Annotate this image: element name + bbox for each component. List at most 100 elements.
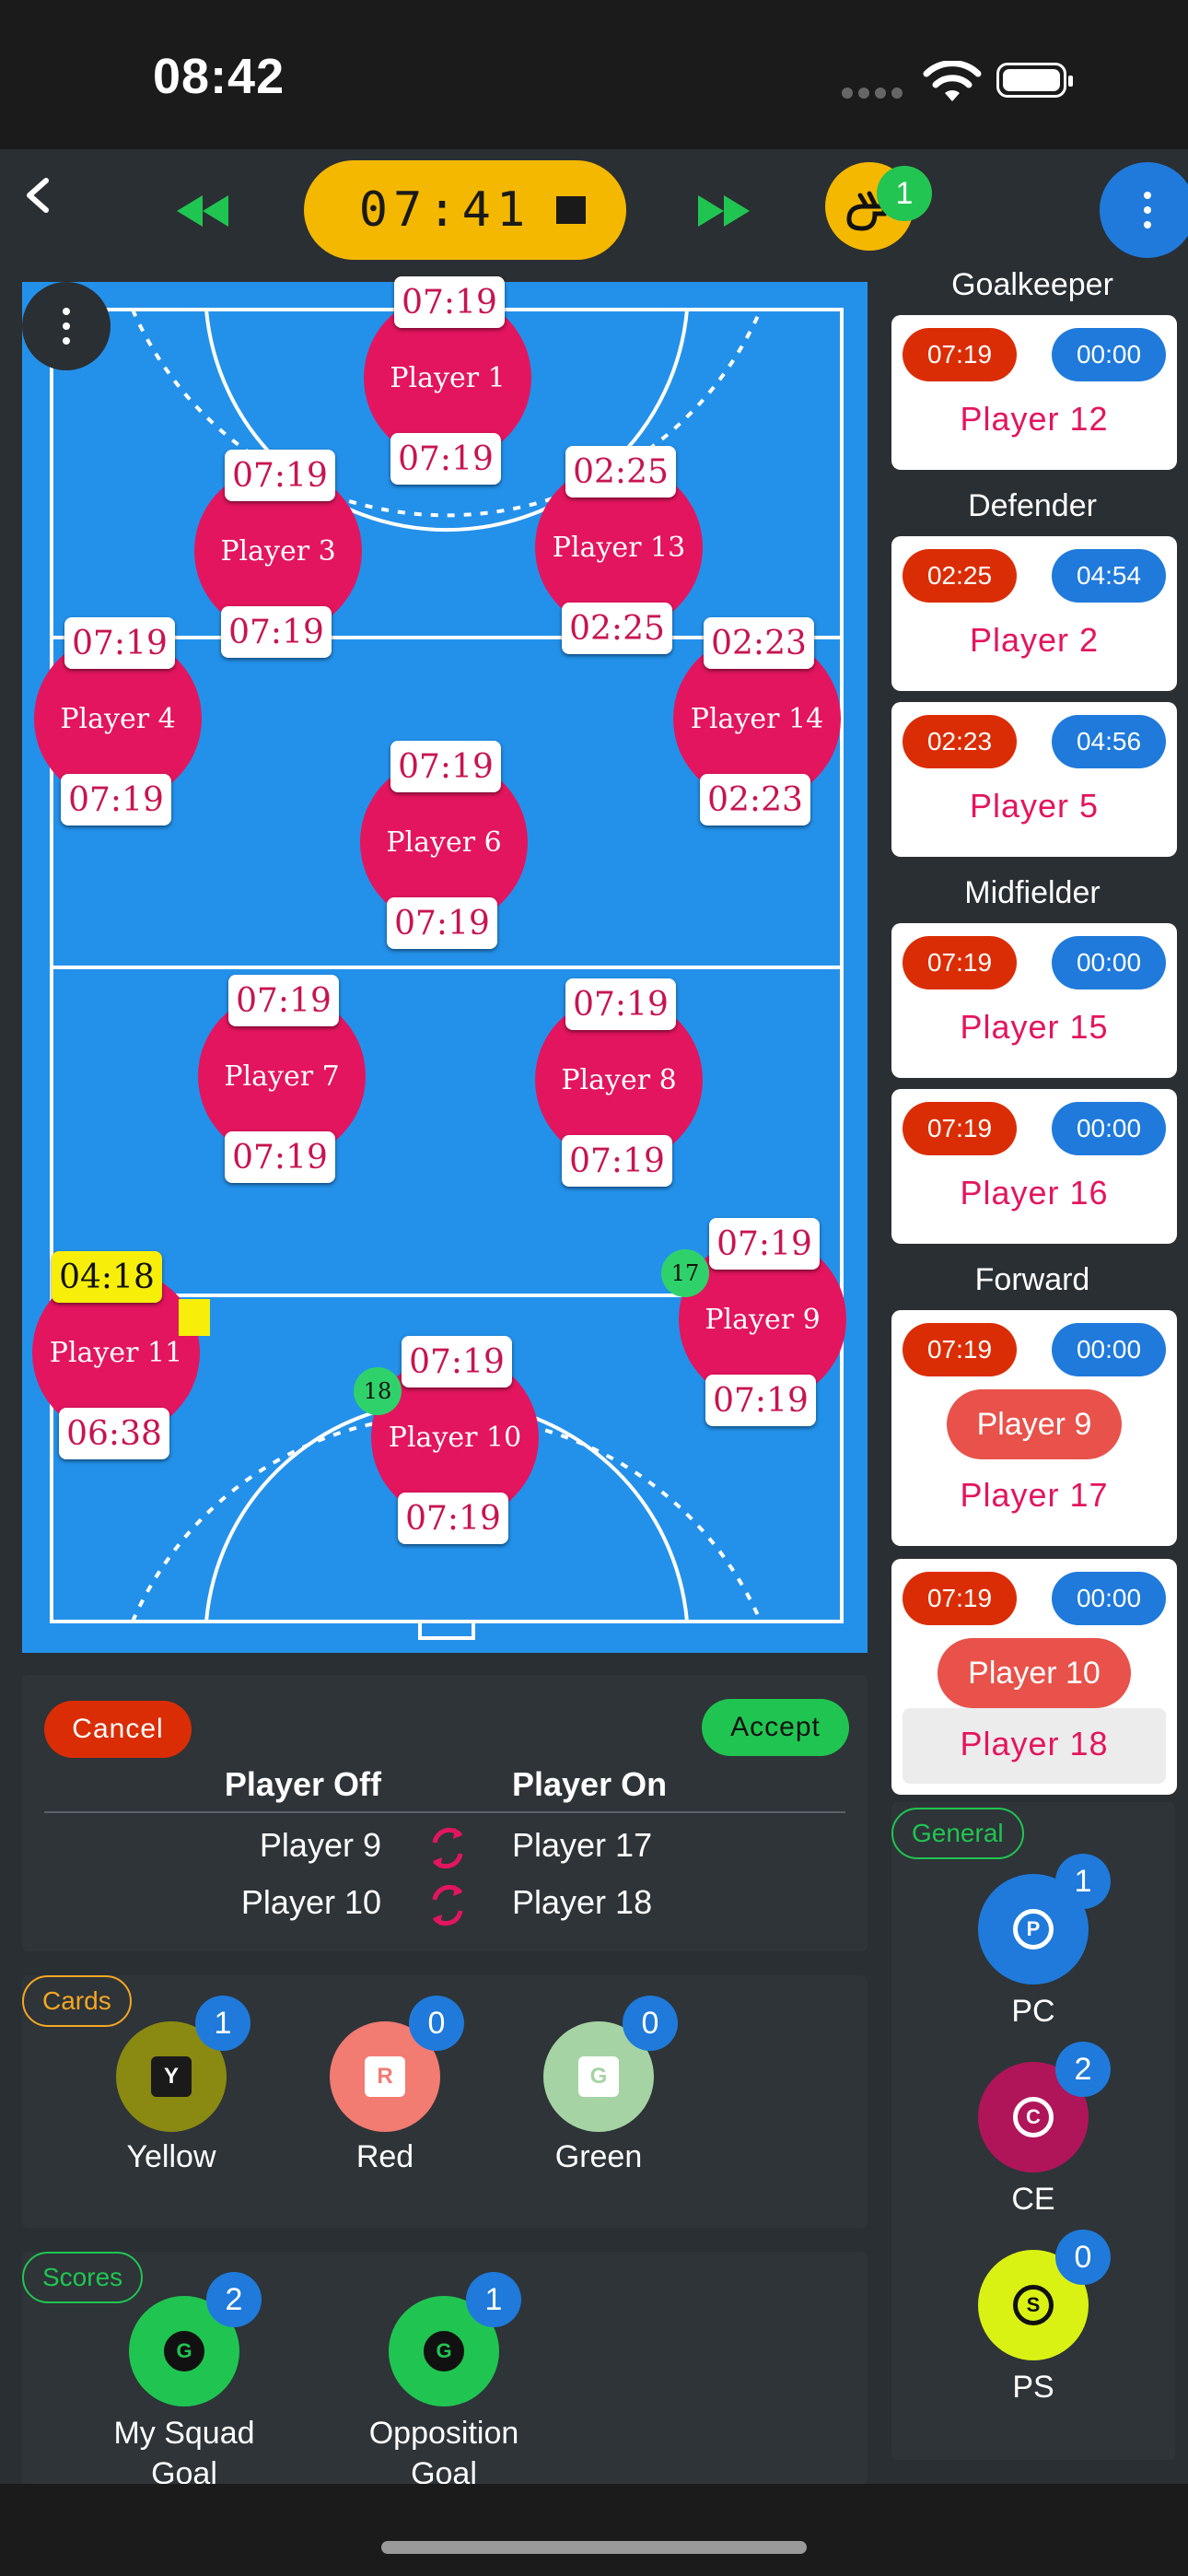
player-bottom-time: 02:25 xyxy=(562,603,672,654)
card-icon: R xyxy=(365,2056,405,2097)
ce-icon: C xyxy=(1013,2097,1054,2137)
card-count-badge: 1 xyxy=(195,1996,250,2051)
pause-icon[interactable] xyxy=(556,196,572,224)
goal-label-line2: Goal xyxy=(151,2456,217,2484)
player-bottom-time: 07:19 xyxy=(225,1131,335,1183)
goal-label: My Squad xyxy=(113,2416,255,2451)
time-on-badge: 07:19 xyxy=(903,1323,1017,1376)
time-on-badge: 07:19 xyxy=(903,328,1017,381)
wifi-icon xyxy=(923,61,982,101)
position-player-card[interactable]: 07:19 00:00 Player 15 xyxy=(891,923,1177,1078)
player-bottom-time: 07:19 xyxy=(562,1135,672,1187)
whistle-count-badge: 1 xyxy=(877,166,932,221)
time-off-badge: 04:54 xyxy=(1052,549,1166,603)
card-icon: G xyxy=(578,2056,619,2097)
player-name: Player 15 xyxy=(960,1008,1109,1046)
timer-value: 07:41 xyxy=(358,182,531,238)
goal-count-badge: 2 xyxy=(206,2272,262,2327)
goal-label: Opposition xyxy=(368,2416,519,2451)
time-on-badge: 02:25 xyxy=(903,549,1017,603)
time-on-badge: 07:19 xyxy=(903,1572,1017,1625)
player-name: Player 16 xyxy=(960,1174,1109,1212)
sub-off-1: Player 9 xyxy=(259,1826,381,1864)
midfielder-title: Midfielder xyxy=(964,875,1101,910)
player-bottom-time: 02:23 xyxy=(700,774,810,825)
fast-forward-icon[interactable] xyxy=(698,195,750,227)
player-on-header: Player On xyxy=(512,1765,668,1803)
divider xyxy=(44,1811,845,1813)
substitute-number-badge: 17 xyxy=(661,1249,709,1297)
player-name: Player 5 xyxy=(969,787,1100,825)
cancel-button[interactable]: Cancel xyxy=(44,1701,192,1758)
card-label: Green xyxy=(554,2139,643,2174)
card-count-badge: 0 xyxy=(623,1996,678,2051)
player-top-time: 02:25 xyxy=(565,446,676,498)
player-top-time: 02:23 xyxy=(704,617,814,669)
substitution-panel: Cancel Accept Player Off Player On Playe… xyxy=(22,1675,868,1951)
goal-count-badge: 1 xyxy=(466,2272,521,2327)
home-indicator[interactable] xyxy=(381,2541,807,2554)
player-top-time: 07:19 xyxy=(565,978,676,1030)
cards-tag: Cards xyxy=(22,1975,132,2027)
time-off-badge: 00:00 xyxy=(1052,936,1166,989)
player-top-time: 07:19 xyxy=(390,741,501,792)
time-on-badge: 07:19 xyxy=(903,1102,1017,1155)
general-count-badge: 0 xyxy=(1055,2230,1111,2285)
yellow-card-marker xyxy=(179,1299,210,1336)
player-bottom-time: 07:19 xyxy=(398,1493,508,1544)
card-label: Yellow xyxy=(126,2139,216,2174)
general-label: PS xyxy=(1012,2370,1054,2405)
time-off-badge: 00:00 xyxy=(1052,1572,1166,1625)
sub-on-2: Player 18 xyxy=(512,1883,653,1921)
pitch-menu-button[interactable] xyxy=(22,282,111,370)
goal-label-line2: Goal xyxy=(411,2456,477,2484)
ps-icon: S xyxy=(1013,2285,1054,2325)
position-player-card[interactable]: 07:19 00:00 Player 16 xyxy=(891,1089,1177,1244)
sub-on-1: Player 17 xyxy=(512,1826,653,1864)
accept-button[interactable]: Accept xyxy=(702,1699,849,1756)
position-player-card[interactable]: 02:25 04:54 Player 2 xyxy=(891,536,1177,691)
position-player-card[interactable]: 07:19 00:00 Player 9 Player 17 xyxy=(891,1310,1177,1546)
forward-title: Forward xyxy=(974,1262,1090,1297)
sub-off-2: Player 10 xyxy=(240,1883,381,1921)
position-player-card[interactable]: 07:19 00:00 Player 10 Player 18 xyxy=(891,1559,1177,1795)
pc-icon: P xyxy=(1013,1909,1054,1950)
position-player-card[interactable]: 02:23 04:56 Player 5 xyxy=(891,702,1177,857)
player-bottom-time: 06:38 xyxy=(59,1408,169,1459)
player-bottom-time: 07:19 xyxy=(390,433,501,485)
card-label: Red xyxy=(355,2139,414,2174)
general-label: PC xyxy=(1011,1994,1055,2029)
swap-icon xyxy=(432,1827,463,1869)
general-count-badge: 1 xyxy=(1055,1854,1111,1909)
signal-icon xyxy=(840,0,904,149)
player-name: Player 17 xyxy=(960,1476,1109,1514)
defender-title: Defender xyxy=(968,488,1097,523)
player-top-time: 07:19 xyxy=(64,617,175,669)
player-top-time: 04:18 xyxy=(52,1251,162,1303)
player-bottom-time: 07:19 xyxy=(705,1375,816,1426)
more-vertical-icon xyxy=(63,322,70,330)
scores-tag: Scores xyxy=(22,2252,144,2303)
time-on-badge: 02:23 xyxy=(903,715,1017,768)
time-off-badge: 00:00 xyxy=(1052,328,1166,381)
player-name: Player 18 xyxy=(960,1725,1109,1762)
back-chevron-icon[interactable] xyxy=(20,177,57,214)
match-timer[interactable]: 07:41 xyxy=(304,160,626,260)
rewind-icon[interactable] xyxy=(177,195,228,227)
time-off-badge: 04:56 xyxy=(1052,715,1166,768)
card-icon: Y xyxy=(151,2056,192,2097)
player-top-time: 07:19 xyxy=(709,1218,820,1270)
more-menu-button[interactable] xyxy=(1100,162,1188,258)
player-bottom-time: 07:19 xyxy=(221,606,332,658)
time-on-badge: 07:19 xyxy=(903,936,1017,989)
player-bottom-time: 07:19 xyxy=(387,897,497,949)
more-vertical-icon xyxy=(1144,206,1151,214)
player-bottom-time: 07:19 xyxy=(61,774,171,825)
card-count-badge: 0 xyxy=(409,1996,464,2051)
general-label: CE xyxy=(1011,2182,1055,2217)
player-name: Player 12 xyxy=(960,400,1109,438)
goal-icon: G xyxy=(164,2331,204,2371)
player-off-header: Player Off xyxy=(224,1765,381,1803)
player-top-time: 07:19 xyxy=(228,975,339,1026)
position-player-card[interactable]: 07:19 00:00 Player 12 xyxy=(891,315,1177,470)
